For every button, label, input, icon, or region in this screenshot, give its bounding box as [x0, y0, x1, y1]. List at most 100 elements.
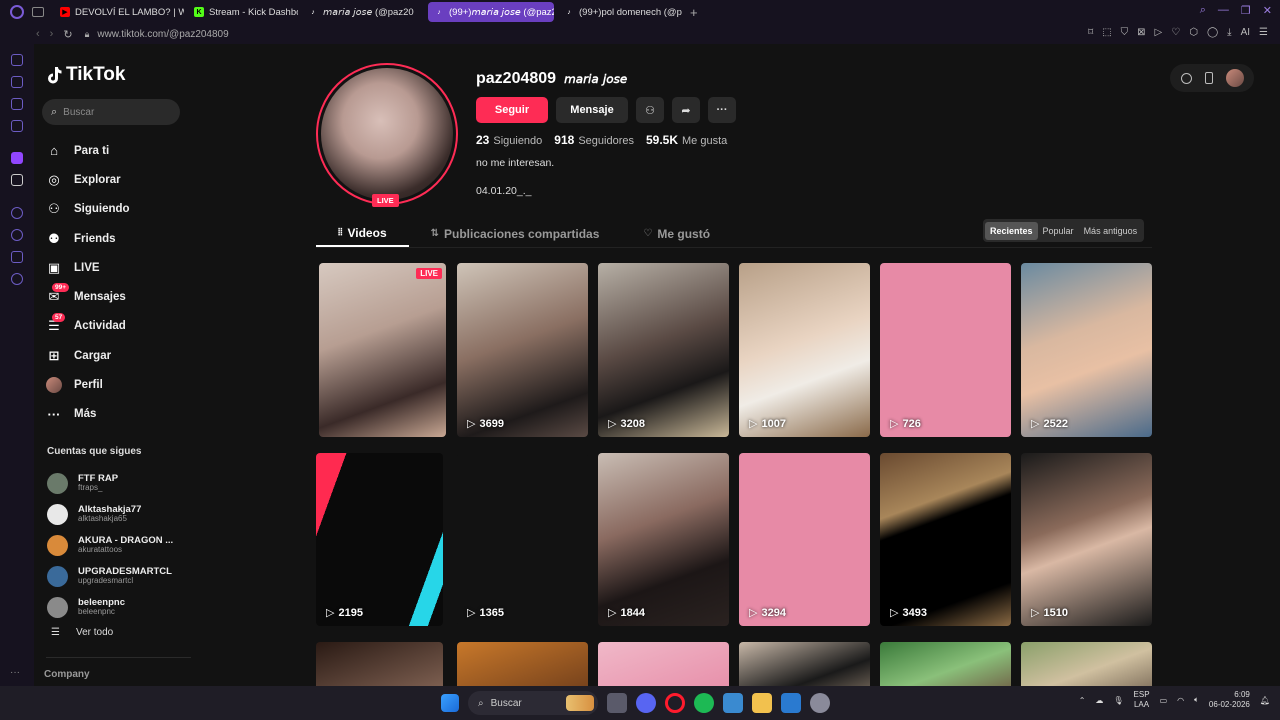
video-thumbnail[interactable]: ▷ 3294	[739, 453, 870, 626]
sidebar-item-perfil[interactable]: Perfil	[46, 370, 130, 399]
followers-stat[interactable]: 918 Seguidores	[554, 133, 634, 147]
more-icon[interactable]: ···	[10, 667, 20, 678]
sidebar-item-m-s[interactable]: ··· Más	[46, 400, 130, 429]
video-thumbnail[interactable]: ▷ 3699	[457, 263, 588, 437]
follow-button[interactable]: Seguir	[476, 97, 548, 123]
tab-reposts[interactable]: ⇅ Publicaciones compartidas	[409, 220, 622, 247]
video-thumbnail[interactable]: ▷ 3493	[880, 453, 1011, 626]
search-icon[interactable]: ⌕	[1200, 4, 1206, 17]
avatar[interactable]	[1225, 69, 1244, 87]
history-icon[interactable]	[11, 229, 23, 241]
speed-dial-icon[interactable]	[11, 54, 23, 66]
company-link[interactable]: Company	[44, 669, 90, 680]
chevron-up-icon[interactable]: ⌃	[1079, 696, 1086, 705]
video-thumbnail[interactable]: ▷ 3208	[598, 263, 729, 437]
sort-oldest[interactable]: Más antiguos	[1079, 222, 1143, 240]
search-input[interactable]: ⌕ Buscar	[42, 99, 180, 125]
spotify-icon[interactable]	[694, 693, 714, 713]
browser-tab[interactable]: ▶ DEVOLVÍ EL LAMBO? | WE	[54, 2, 184, 22]
sidebar-item-live[interactable]: ▣ LIVE	[46, 253, 130, 282]
tab-overview-icon[interactable]	[32, 7, 44, 17]
sidebar-item-mensajes[interactable]: ✉ 99+ Mensajes	[46, 282, 130, 311]
discord-icon[interactable]	[636, 693, 656, 713]
video-thumbnail[interactable]: LIVE	[319, 263, 446, 437]
twitch-icon[interactable]	[11, 152, 23, 164]
video-thumbnail[interactable]: ▷ 1844	[598, 453, 729, 626]
browser-tab[interactable]: K Stream - Kick Dashboard	[188, 2, 298, 22]
settings-icon[interactable]	[11, 273, 23, 285]
video-thumbnail[interactable]: ▷ 1365	[457, 453, 588, 626]
store-icon[interactable]	[11, 76, 23, 88]
sidebar-item-explorar[interactable]: ◎ Explorar	[46, 165, 130, 194]
notification-icon[interactable]: 🔔︎	[1260, 696, 1270, 705]
notepad-icon[interactable]	[723, 693, 743, 713]
sort-popular[interactable]: Popular	[1038, 222, 1079, 240]
following-account[interactable]: beleenpnc beleenpnc	[47, 592, 173, 623]
cloud-icon[interactable]: ☁	[1095, 696, 1103, 705]
display-icon[interactable]: ▭	[1160, 696, 1168, 705]
more-options-button[interactable]: ···	[708, 97, 736, 123]
video-thumbnail[interactable]: ▷ 1510	[1021, 453, 1152, 626]
file-explorer-icon[interactable]	[752, 693, 772, 713]
heart-icon[interactable]: ♡	[1171, 27, 1180, 38]
compass-icon[interactable]	[1180, 72, 1192, 84]
close-icon[interactable]: ⊠	[1137, 27, 1145, 38]
sidebar-item-friends[interactable]: ⚉ Friends	[46, 224, 130, 253]
volume-icon[interactable]: 🔈︎	[1194, 695, 1199, 705]
tiktok-logo[interactable]: TikTok	[46, 64, 125, 86]
puzzle-icon[interactable]: ⬡	[1189, 27, 1198, 38]
shield-icon[interactable]: ⛉	[1121, 27, 1129, 38]
reload-icon[interactable]: ↻	[63, 28, 72, 41]
language-indicator[interactable]: ESP LAA	[1134, 690, 1150, 711]
browser-tab[interactable]: ♪ (99+)𝘮𝘢𝘳𝘪𝘢 𝘫𝘰𝘴𝘦 (@paz2	[428, 2, 554, 22]
task-view-icon[interactable]	[607, 693, 627, 713]
forward-icon[interactable]: ›	[50, 28, 54, 41]
sort-recent[interactable]: Recientes	[985, 221, 1038, 240]
profile-icon[interactable]: ◯	[1207, 27, 1218, 38]
menu-icon[interactable]: ☰	[1259, 27, 1268, 38]
tab-videos[interactable]: ⦙⦙ Videos	[316, 220, 409, 247]
profile-avatar[interactable]	[316, 63, 458, 205]
following-stat[interactable]: 23 Siguiendo	[476, 133, 542, 147]
following-account[interactable]: AKURA - DRAGON ... akuratattoos	[47, 530, 173, 561]
snapshot-icon[interactable]: ⬚	[1102, 27, 1111, 38]
sidebar-item-para-ti[interactable]: ⌂ Para ti	[46, 136, 130, 165]
following-account[interactable]: Alktashakja77 alktashakja65	[47, 499, 173, 530]
opera-logo-icon[interactable]	[10, 5, 24, 19]
sidebar-item-cargar[interactable]: ⊞ Cargar	[46, 341, 130, 370]
share-button[interactable]: ➦	[672, 97, 700, 123]
following-account[interactable]: FTF RAP ftraps_	[47, 468, 173, 499]
ai-button[interactable]: AI	[1241, 27, 1250, 38]
video-thumbnail[interactable]: ▷ 2522	[1021, 263, 1152, 437]
new-tab-button[interactable]: +	[690, 5, 698, 20]
x-icon[interactable]	[11, 174, 23, 186]
store-icon[interactable]	[781, 693, 801, 713]
message-button[interactable]: Mensaje	[556, 97, 628, 123]
clock[interactable]: 6:09 06-02-2026	[1209, 690, 1250, 711]
extensions-icon[interactable]	[11, 251, 23, 263]
browser-tab[interactable]: ♪ (99+)pol domenech (@po	[558, 2, 682, 22]
browser-tab[interactable]: ♪ 𝘮𝘢𝘳𝘪𝘢 𝘫𝘰𝘴𝘦 (@paz20	[302, 2, 424, 22]
live-badge[interactable]: LIVE	[372, 194, 399, 207]
windows-start-icon[interactable]	[441, 694, 459, 712]
video-thumbnail[interactable]: ▷ 1007	[739, 263, 870, 437]
opera-icon[interactable]	[665, 693, 685, 713]
wifi-icon[interactable]: ◠	[1177, 696, 1184, 705]
player-icon[interactable]	[11, 207, 23, 219]
mic-icon[interactable]: 🎙︎	[1113, 696, 1123, 705]
download-icon[interactable]: ⤓	[1227, 27, 1231, 38]
add-friend-button[interactable]: ⚇	[636, 97, 664, 123]
sidebar-item-siguiendo[interactable]: ⚇ Siguiendo	[46, 195, 129, 224]
video-thumbnail[interactable]: ▷ 726	[880, 263, 1011, 437]
messenger-icon[interactable]	[11, 98, 23, 110]
back-icon[interactable]: ‹	[36, 28, 40, 41]
taskbar-search[interactable]: ⌕ Buscar	[468, 691, 598, 715]
see-all-link[interactable]: ☰ Ver todo	[51, 627, 113, 638]
following-account[interactable]: UPGRADESMARTCL upgradesmartcl	[47, 561, 173, 592]
mail-icon[interactable]	[11, 120, 23, 132]
settings-icon[interactable]	[810, 693, 830, 713]
tab-liked[interactable]: ♡ Me gustó	[621, 220, 732, 247]
url-field[interactable]: www.tiktok.com/@paz204809	[97, 29, 228, 40]
minimize-button[interactable]: —	[1218, 4, 1229, 17]
play-icon[interactable]: ▷	[1155, 27, 1163, 38]
